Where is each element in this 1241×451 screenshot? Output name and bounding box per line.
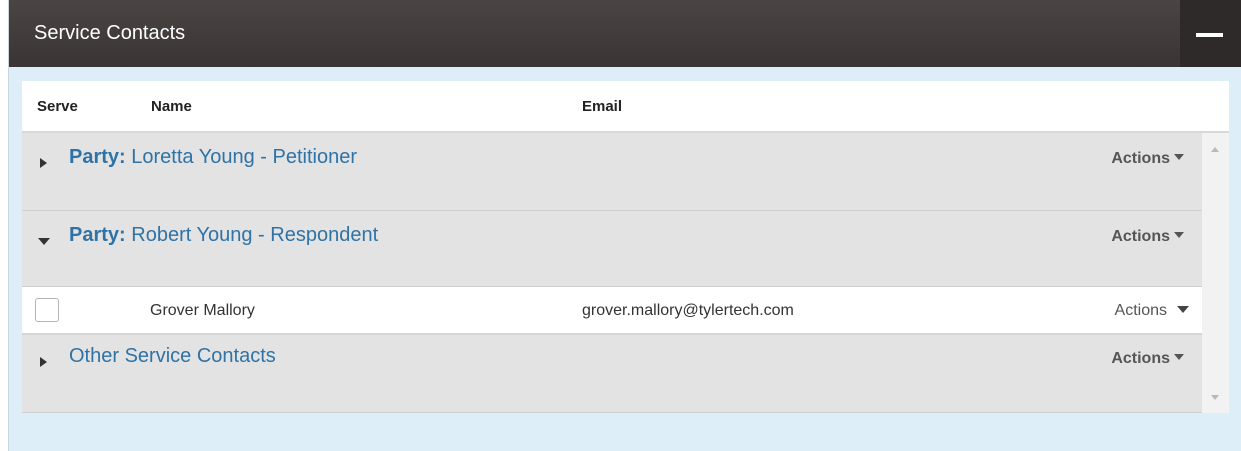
group-name: Other Service Contacts (69, 345, 276, 367)
group-row-robert-young[interactable]: Party: Robert Young - Respondent Actions (22, 211, 1202, 287)
column-header-serve: Serve (37, 98, 78, 115)
scroll-up-arrow-icon[interactable] (1211, 147, 1219, 152)
party-label: Party: (69, 224, 126, 246)
group-title-loretta-young[interactable]: Party: Loretta Young - Petitioner (69, 146, 357, 169)
caret-right-icon[interactable] (40, 158, 47, 168)
group-row-loretta-young[interactable]: Party: Loretta Young - Petitioner Action… (22, 133, 1202, 211)
group-title-other-service-contacts[interactable]: Other Service Contacts (69, 345, 276, 368)
vertical-scrollbar[interactable] (1202, 133, 1229, 413)
scroll-down-arrow-icon[interactable] (1211, 395, 1219, 400)
contact-actions-dropdown[interactable]: Actions (1115, 302, 1189, 320)
group-name: Robert Young - Respondent (131, 224, 379, 246)
table-header: Serve Name Email (22, 81, 1229, 133)
service-contacts-panel: Service Contacts Serve Name Email Party:… (8, 0, 1241, 451)
panel-header: Service Contacts (9, 0, 1241, 67)
minus-icon (1196, 33, 1223, 37)
dropdown-triangle-icon (1174, 154, 1184, 161)
dropdown-triangle-icon (1174, 232, 1184, 239)
dropdown-triangle-icon (1174, 354, 1184, 361)
group-name: Loretta Young - Petitioner (131, 146, 357, 168)
caret-right-icon[interactable] (40, 357, 47, 367)
group-title-robert-young[interactable]: Party: Robert Young - Respondent (69, 224, 378, 247)
service-contacts-table: Serve Name Email Party: Loretta Young - … (22, 81, 1229, 413)
group-actions-dropdown[interactable]: Actions (1111, 228, 1184, 246)
dropdown-triangle-icon (1177, 305, 1189, 313)
group-row-other-service-contacts[interactable]: Other Service Contacts Actions (22, 335, 1202, 413)
column-header-email: Email (582, 98, 623, 115)
group-actions-dropdown[interactable]: Actions (1111, 150, 1184, 168)
actions-label: Actions (1114, 302, 1167, 319)
party-label: Party: (69, 146, 126, 168)
actions-label: Actions (1111, 228, 1170, 245)
caret-down-icon[interactable] (38, 238, 50, 245)
contact-row-grover-mallory: Grover Mallory grover.mallory@tylertech.… (22, 287, 1202, 335)
collapse-panel-button[interactable] (1180, 0, 1241, 67)
actions-label: Actions (1111, 150, 1170, 167)
contact-email: grover.mallory@tylertech.com (582, 302, 794, 319)
serve-checkbox[interactable] (35, 298, 59, 322)
actions-label: Actions (1111, 350, 1170, 367)
contact-name: Grover Mallory (150, 302, 255, 319)
column-header-name: Name (151, 98, 192, 115)
group-actions-dropdown[interactable]: Actions (1111, 350, 1184, 368)
panel-title: Service Contacts (34, 22, 186, 44)
